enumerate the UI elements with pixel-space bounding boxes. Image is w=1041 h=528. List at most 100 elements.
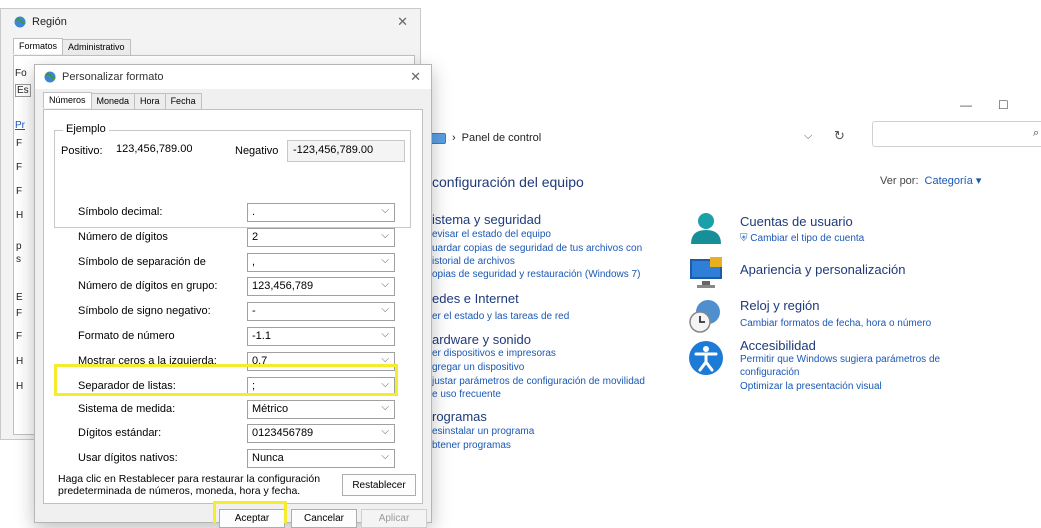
link-optimize-display[interactable]: Optimizar la presentación visual — [740, 380, 882, 393]
link-get-programs[interactable]: btener programas — [432, 439, 511, 452]
view-by-dropdown[interactable]: Categoría ▾ — [925, 175, 982, 187]
format-dropdown[interactable]: Es — [15, 84, 31, 97]
minimize-icon[interactable]: — — [960, 98, 972, 112]
tab-administrative[interactable]: Administrativo — [62, 39, 131, 55]
category-accessibility[interactable]: Accesibilidad — [740, 338, 816, 353]
category-network-internet[interactable]: edes e Internet — [432, 291, 519, 306]
region-text-fragment: F — [16, 138, 23, 149]
positive-value: 123,456,789.00 — [116, 143, 193, 155]
cancel-button[interactable]: Cancelar — [291, 509, 357, 528]
standard-digits-dropdown[interactable]: 0123456789 ⌵ — [247, 424, 395, 443]
category-appearance[interactable]: Apariencia y personalización — [740, 262, 905, 277]
link-configuration[interactable]: configuración — [740, 366, 799, 379]
globe-icon — [14, 16, 26, 28]
control-panel-window: — ☐ › Panel de control ⌵ ↻ ⌕ configuraci… — [420, 90, 1041, 523]
standard-digits-label: Dígitos estándar: — [78, 427, 162, 439]
link-change-account-type[interactable]: ⛨ Cambiar el tipo de cuenta — [740, 232, 864, 245]
link-file-history[interactable]: istorial de archivos — [432, 255, 515, 268]
region-text-fragment: F — [16, 331, 23, 342]
customize-format-title-bar: Personalizar formato ✕ — [35, 65, 431, 89]
region-tabs: Formatos Administrativo — [13, 38, 131, 55]
accessibility-icon — [689, 341, 723, 375]
tab-numbers[interactable]: Números — [43, 92, 92, 108]
region-text-fragment: F — [16, 308, 23, 319]
link-windows-suggest[interactable]: Permitir que Windows sugiera parámetros … — [740, 353, 940, 366]
close-icon[interactable]: ✕ — [397, 14, 408, 30]
link-mobility-settings[interactable]: justar parámetros de configuración de mo… — [432, 375, 645, 388]
search-input[interactable]: ⌕ — [872, 121, 1041, 147]
tab-currency[interactable]: Moneda — [90, 93, 136, 109]
positive-label: Positivo: — [61, 145, 103, 157]
view-by: Ver por: Categoría ▾ — [880, 175, 982, 187]
region-text-fragment: F — [16, 162, 23, 173]
region-text-fragment: s — [16, 254, 21, 265]
link-frequent-use[interactable]: e uso frecuente — [432, 388, 501, 401]
number-format-label: Formato de número — [78, 330, 175, 342]
region-text-fragment: Fo — [15, 68, 27, 79]
page-title: configuración del equipo — [432, 174, 584, 190]
chevron-down-icon: ⌵ — [381, 205, 389, 216]
group-separator-label: Símbolo de separación de — [78, 256, 206, 268]
measurement-system-label: Sistema de medida: — [78, 403, 176, 415]
list-separator-highlight — [54, 364, 398, 396]
customize-format-title: Personalizar formato — [62, 71, 164, 83]
chevron-down-icon: ⌵ — [381, 426, 389, 437]
reset-note: Haga clic en Restablecer para restaurar … — [58, 473, 321, 497]
digit-grouping-dropdown[interactable]: 123,456,789 ⌵ — [247, 277, 395, 296]
customize-format-dialog: Personalizar formato ✕ Números Moneda Ho… — [34, 64, 432, 528]
group-separator-dropdown[interactable]: , ⌵ — [247, 253, 395, 272]
number-format-dropdown[interactable]: -1.1 ⌵ — [247, 327, 395, 346]
breadcrumb-separator-icon: › — [452, 132, 456, 144]
reset-button[interactable]: Restablecer — [342, 474, 416, 496]
native-digits-dropdown[interactable]: Nunca ⌵ — [247, 449, 395, 468]
link-network-status[interactable]: er el estado y las tareas de red — [432, 310, 569, 323]
apply-button[interactable]: Aplicar — [361, 509, 427, 528]
link-backup-restore[interactable]: opias de seguridad y restauración (Windo… — [432, 268, 640, 281]
link-uninstall-program[interactable]: esinstalar un programa — [432, 425, 534, 438]
chevron-down-icon[interactable]: ⌵ — [804, 130, 812, 143]
native-digits-label: Usar dígitos nativos: — [78, 452, 178, 464]
category-user-accounts[interactable]: Cuentas de usuario — [740, 214, 853, 229]
tab-time[interactable]: Hora — [134, 93, 166, 109]
digits-count-dropdown[interactable]: 2 ⌵ — [247, 228, 395, 247]
region-text-fragment: E — [16, 292, 23, 303]
globe-icon — [44, 71, 56, 83]
clock-region-icon — [689, 300, 720, 333]
link-review-status[interactable]: evisar el estado del equipo — [432, 228, 551, 241]
link-add-device[interactable]: gregar un dispositivo — [432, 361, 524, 374]
chevron-down-icon: ⌵ — [381, 402, 389, 413]
digit-grouping-label: Número de dígitos en grupo: — [78, 280, 218, 292]
decimal-symbol-dropdown[interactable]: . ⌵ — [247, 203, 395, 222]
refresh-icon[interactable]: ↻ — [834, 128, 845, 144]
negative-sign-dropdown[interactable]: - ⌵ — [247, 302, 395, 321]
digits-count-label: Número de dígitos — [78, 231, 168, 243]
region-title: Región — [32, 16, 67, 28]
tab-formats[interactable]: Formatos — [13, 38, 64, 54]
control-panel-folder-icon — [430, 132, 446, 144]
close-icon[interactable]: ✕ — [410, 69, 421, 85]
category-clock-region[interactable]: Reloj y región — [740, 298, 820, 313]
category-system-security[interactable]: istema y seguridad — [432, 212, 541, 227]
breadcrumb-control-panel[interactable]: Panel de control — [462, 132, 542, 144]
chevron-down-icon: ⌵ — [381, 329, 389, 340]
numbers-tab-panel: Ejemplo Positivo: 123,456,789.00 Negativ… — [43, 109, 423, 504]
region-text-fragment: H — [16, 356, 24, 367]
region-link-fragment[interactable]: Pr — [15, 120, 25, 131]
link-backup-history[interactable]: uardar copias de seguridad de tus archiv… — [432, 242, 642, 255]
category-programs[interactable]: rogramas — [432, 409, 487, 424]
category-hardware-sound[interactable]: ardware y sonido — [432, 332, 531, 347]
tab-date[interactable]: Fecha — [164, 93, 202, 109]
user-accounts-icon — [691, 213, 721, 244]
chevron-down-icon: ⌵ — [381, 279, 389, 290]
link-devices-printers[interactable]: er dispositivos e impresoras — [432, 347, 556, 360]
region-text-fragment: p — [16, 241, 22, 252]
example-legend: Ejemplo — [63, 123, 109, 135]
link-change-formats[interactable]: Cambiar formatos de fecha, hora o número — [740, 317, 931, 330]
shield-icon: ⛨ — [740, 233, 748, 244]
measurement-system-dropdown[interactable]: Métrico ⌵ — [247, 400, 395, 419]
maximize-icon[interactable]: ☐ — [998, 98, 1009, 112]
format-tabs: Números Moneda Hora Fecha — [43, 92, 202, 109]
address-bar[interactable]: › Panel de control — [430, 126, 541, 150]
accept-button-highlight — [213, 501, 287, 523]
negative-sign-label: Símbolo de signo negativo: — [78, 305, 211, 317]
